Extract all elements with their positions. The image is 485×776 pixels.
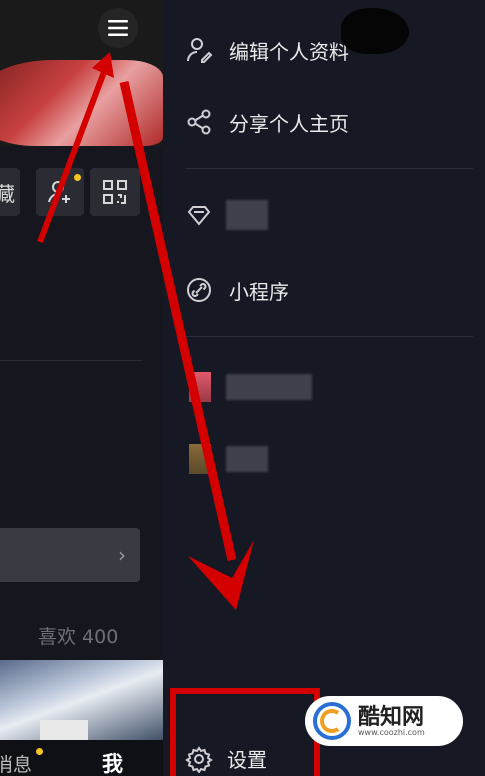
notification-dot (36, 748, 43, 755)
link-icon (187, 278, 211, 302)
hamburger-icon (108, 20, 128, 36)
share-icon (187, 109, 211, 135)
profile-info-bar[interactable]: › (0, 528, 140, 582)
watermark: 酷知网 www.coozhi.com (305, 696, 463, 746)
menu-item-share-profile[interactable]: 分享个人主页 (185, 102, 349, 142)
blurred-text (226, 200, 268, 230)
menu-item-blurred[interactable] (185, 196, 229, 236)
tab-me[interactable]: 我 (102, 748, 123, 776)
divider (0, 360, 143, 361)
edit-profile-icon (187, 38, 213, 63)
profile-cover (0, 0, 163, 146)
watermark-url: www.coozhi.com (358, 727, 425, 737)
notification-dot (74, 174, 81, 181)
cover-image (0, 60, 163, 146)
menu-item-mini-program[interactable]: 小程序 (185, 270, 289, 310)
redaction-scribble (341, 8, 409, 54)
tab-messages[interactable]: 消息 (0, 750, 32, 776)
profile-page-background: 藏 › 喜欢 400 消息 我 (0, 0, 163, 776)
thumbnail-overlay (40, 720, 88, 740)
side-drawer: 编辑个人资料 分享个人主页 小程序 (163, 0, 485, 776)
divider (185, 336, 473, 337)
menu-button[interactable] (98, 8, 138, 48)
blurred-app-icon[interactable] (189, 372, 211, 402)
likes-count: 喜欢 400 (38, 626, 119, 648)
add-user-icon (48, 181, 70, 203)
annotation-highlight-box (170, 688, 320, 776)
blurred-app-icon[interactable] (189, 444, 211, 474)
divider (185, 168, 473, 169)
favorites-label: 藏 (0, 181, 15, 206)
chevron-right-icon: › (118, 543, 126, 567)
add-friend-button[interactable] (36, 168, 84, 216)
menu-item-label: 小程序 (229, 279, 289, 304)
diamond-icon (187, 206, 211, 226)
qr-code-icon (103, 180, 127, 204)
blurred-text (226, 446, 268, 472)
menu-item-edit-profile[interactable]: 编辑个人资料 (185, 30, 349, 70)
favorites-button[interactable]: 藏 (0, 168, 20, 216)
blurred-text (226, 374, 312, 400)
coozhi-logo-icon (313, 702, 351, 740)
menu-item-label: 编辑个人资料 (229, 39, 349, 64)
menu-item-label: 分享个人主页 (229, 111, 349, 136)
bottom-tab-bar: 消息 我 (0, 740, 163, 776)
watermark-brand: 酷知网 (358, 703, 425, 730)
qr-code-button[interactable] (90, 168, 140, 216)
